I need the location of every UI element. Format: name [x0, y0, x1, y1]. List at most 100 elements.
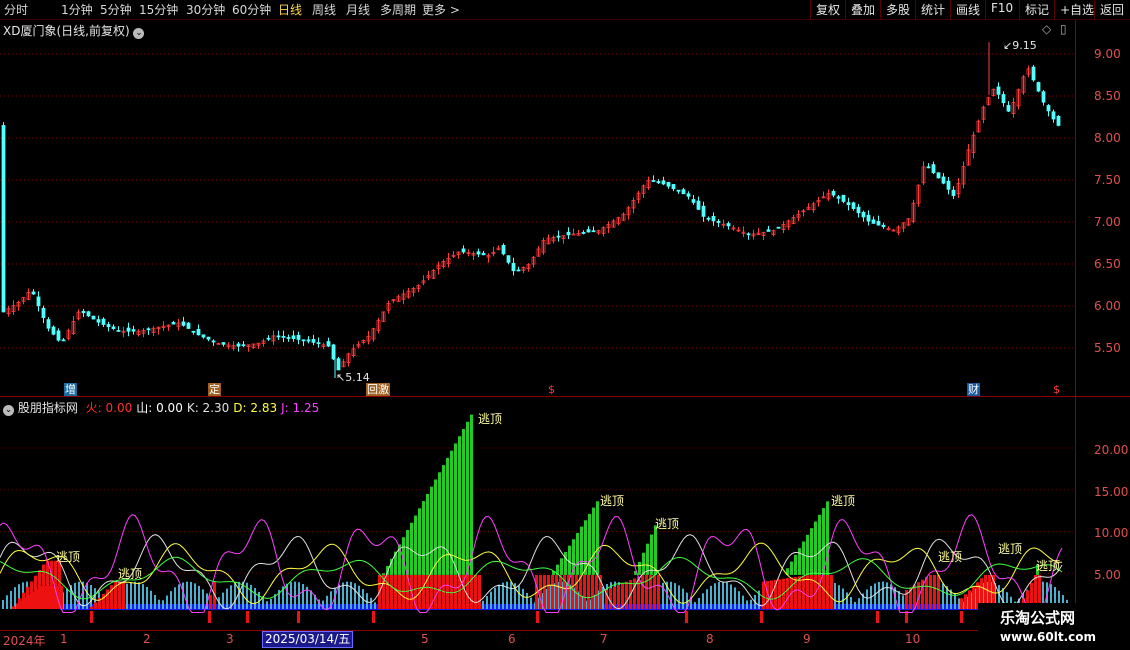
indicator-bar	[878, 581, 880, 609]
indicator-chart[interactable]	[0, 0, 1075, 650]
indicator-bar	[294, 581, 296, 609]
indicator-bar	[490, 591, 492, 609]
indicator-bar	[954, 593, 956, 609]
indicator-bar	[662, 582, 664, 609]
indicator-bar	[902, 595, 904, 609]
mountain-bar	[462, 429, 465, 575]
fire-bar	[478, 574, 481, 609]
indicator-bar	[694, 602, 696, 609]
fire-bar	[657, 574, 660, 609]
indicator-bar	[738, 591, 740, 609]
fire-bar	[543, 574, 546, 609]
fire-bar	[929, 574, 932, 609]
negative-bar	[208, 611, 211, 623]
price-tick: 8.50	[1094, 89, 1121, 103]
fire-bar	[653, 574, 656, 609]
fire-bar	[386, 574, 389, 609]
indicator-bar	[882, 581, 884, 609]
indicator-bar	[526, 592, 528, 609]
mountain-bar	[654, 525, 657, 575]
fire-bar	[402, 574, 405, 609]
fire-bar	[18, 598, 21, 609]
indicator-bar	[702, 593, 704, 609]
mountain-bar	[446, 457, 449, 575]
negative-bar	[246, 611, 249, 623]
fire-bar	[595, 574, 598, 609]
fire-bar	[968, 590, 971, 609]
fire-bar	[122, 581, 125, 609]
indicator-bar	[154, 595, 156, 609]
fire-bar	[38, 570, 41, 609]
month-tick: 1	[60, 632, 68, 646]
negative-bar	[536, 611, 539, 623]
fire-bar	[609, 588, 612, 609]
fire-bar	[972, 586, 975, 609]
indicator-bar	[746, 600, 748, 609]
mountain-bar	[576, 532, 579, 575]
fire-bar	[94, 602, 97, 609]
fire-bar	[583, 574, 586, 609]
indicator-bar	[958, 598, 960, 609]
indicator-bar	[370, 597, 372, 609]
indicator-bar	[66, 588, 68, 609]
negative-bar	[960, 611, 963, 623]
fire-bar	[434, 574, 437, 609]
indicator-tick: 10.00	[1094, 526, 1129, 540]
indicator-bar	[842, 588, 844, 609]
mountain-bar	[806, 534, 809, 575]
price-tick: 7.00	[1094, 215, 1121, 229]
negative-bar	[760, 611, 763, 623]
negative-bar	[372, 611, 375, 623]
indicator-bar	[838, 585, 840, 609]
indicator-bar	[138, 582, 140, 609]
mountain-bar	[592, 507, 595, 575]
mountain-bar	[454, 443, 457, 575]
indicator-bar	[854, 601, 856, 609]
month-tick: 6	[508, 632, 516, 646]
indicator-bar	[742, 595, 744, 609]
indicator-tick: 15.00	[1094, 485, 1129, 499]
indicator-bar	[166, 595, 168, 609]
mountain-bar	[822, 508, 825, 575]
fire-bar	[617, 585, 620, 609]
fire-bar	[422, 574, 425, 609]
indicator-bar	[866, 589, 868, 609]
indicator-bar	[486, 596, 488, 609]
fire-bar	[22, 592, 25, 609]
indicator-bar	[234, 583, 236, 609]
back-button[interactable]: 返回	[1094, 0, 1129, 19]
month-tick: 7	[600, 632, 608, 646]
negative-bar	[90, 611, 93, 623]
mountain-bar	[638, 561, 641, 575]
indicator-bar	[494, 587, 496, 609]
indicator-bar	[250, 584, 252, 609]
indicator-bar	[682, 588, 684, 609]
fire-bar	[806, 575, 809, 609]
indicator-bar	[202, 589, 204, 609]
mountain-bar	[426, 493, 429, 575]
fire-bar	[925, 577, 928, 609]
indicator-bar	[170, 591, 172, 609]
indicator-bar	[326, 595, 328, 609]
indicator-bar	[78, 581, 80, 609]
month-tick: 10	[905, 632, 921, 646]
indicator-bar	[750, 599, 752, 609]
fire-bar	[102, 593, 105, 609]
indicator-bar	[190, 581, 192, 609]
escape-top-label: 逃顶	[655, 517, 680, 531]
indicator-bar	[482, 600, 484, 609]
indicator-bar	[522, 588, 524, 609]
indicator-bar	[134, 581, 136, 609]
mountain-bar	[650, 534, 653, 575]
ma-line	[0, 556, 1063, 600]
indicator-bar	[266, 601, 268, 609]
indicator-bar	[178, 584, 180, 609]
indicator-bar	[130, 582, 132, 609]
indicator-bar	[714, 583, 716, 609]
fire-bar	[450, 574, 453, 609]
indicator-bar	[226, 588, 228, 609]
indicator-bar	[850, 596, 852, 609]
mountain-bar	[568, 545, 571, 575]
indicator-bar	[506, 581, 508, 609]
mountain-bar	[466, 421, 469, 575]
